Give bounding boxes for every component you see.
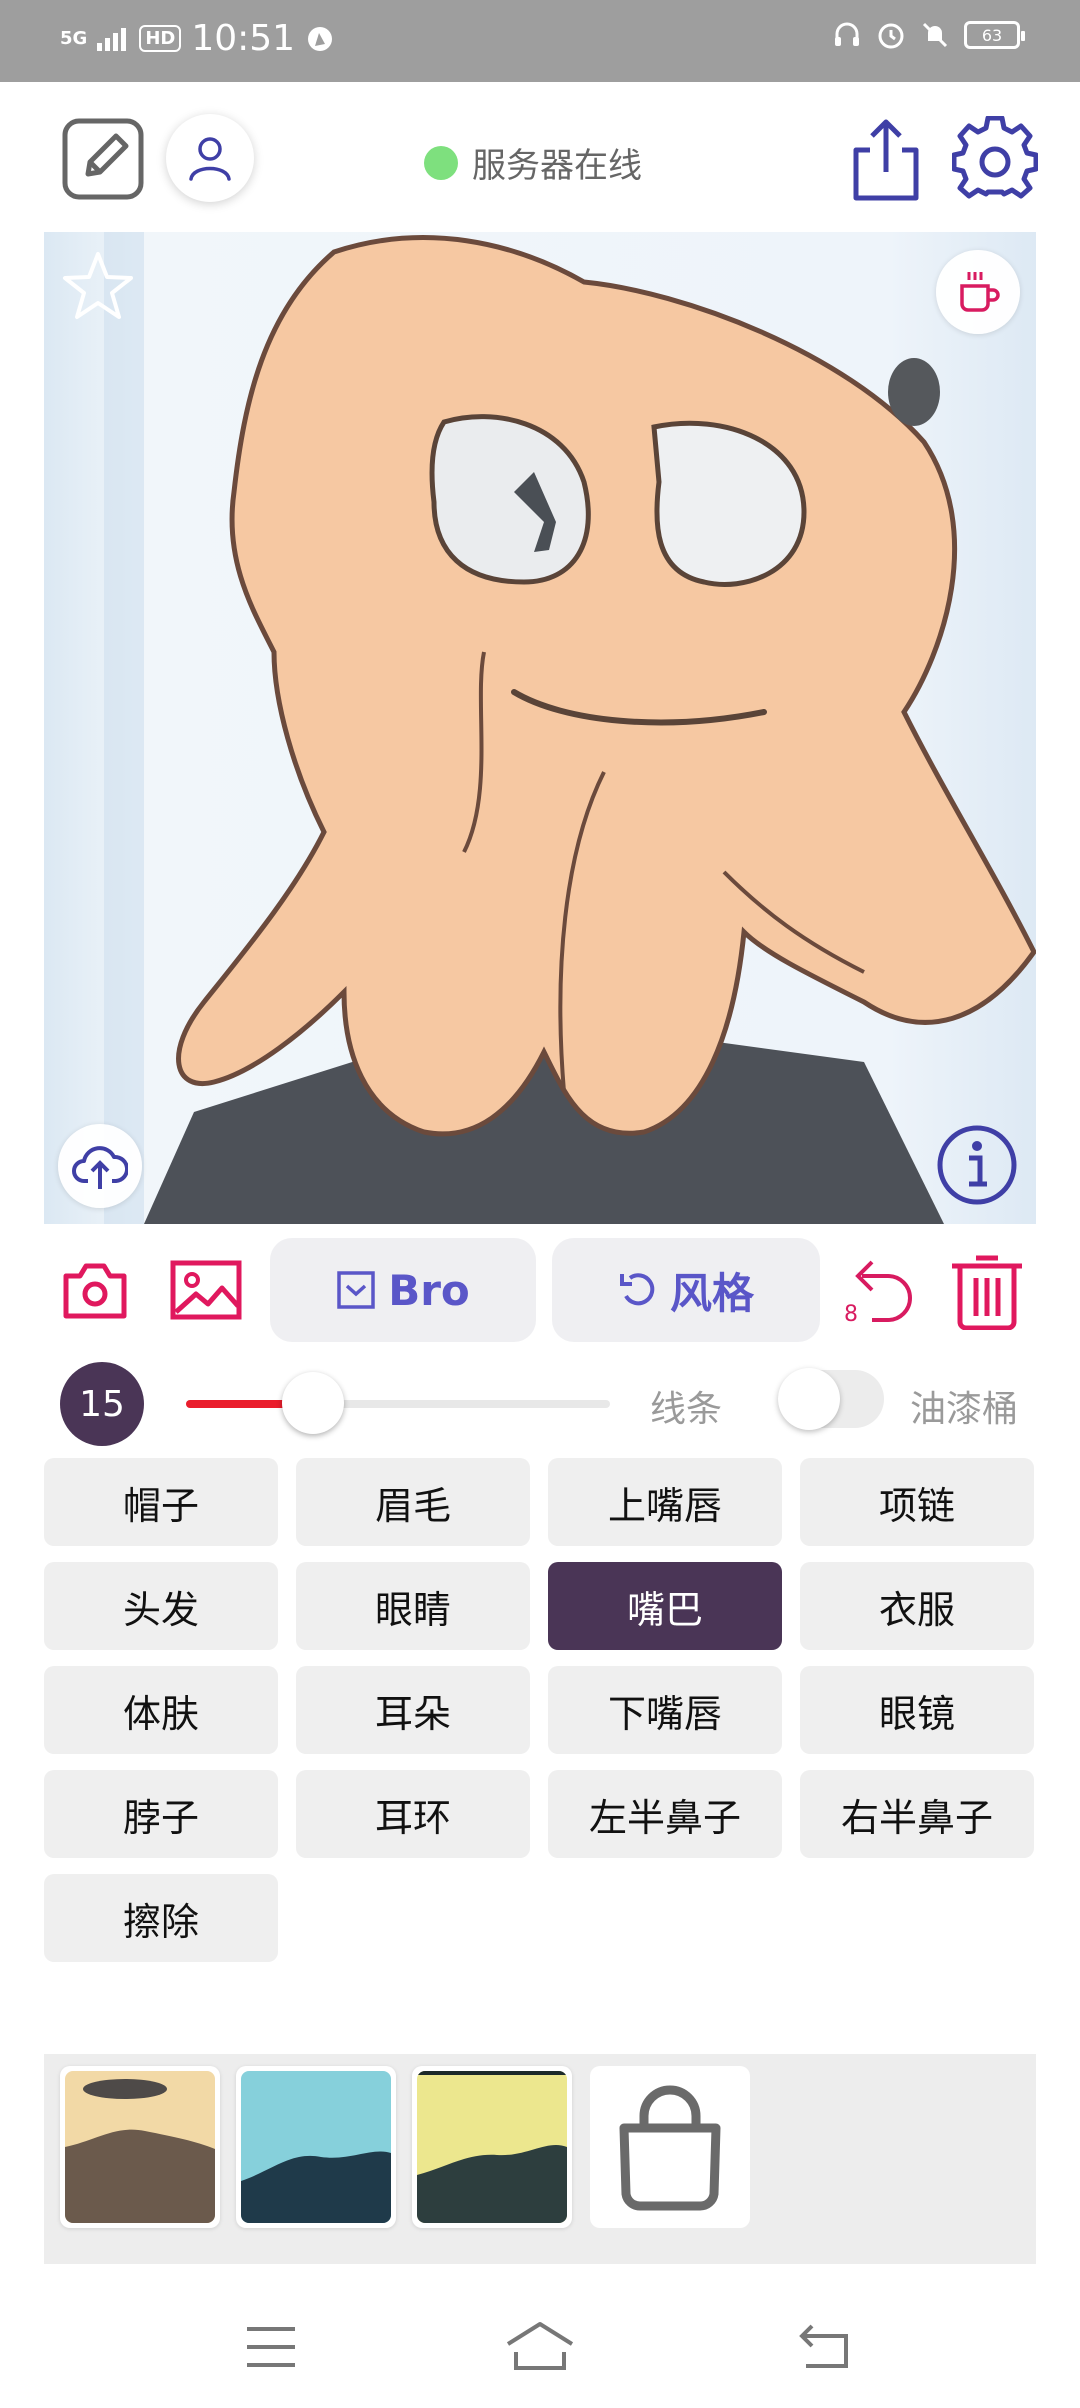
part-chip[interactable]: 头发: [44, 1562, 278, 1650]
alarm-icon: [878, 23, 904, 49]
battery-level: 63: [981, 25, 1003, 45]
part-chip[interactable]: 上嘴唇: [548, 1458, 782, 1546]
part-chip[interactable]: 项链: [800, 1458, 1034, 1546]
parts-grid: 帽子 眉毛 上嘴唇 项链头发 眼睛 嘴巴 衣服体肤 耳朵 下嘴唇 眼镜脖子 耳环 左半鼻子 右半鼻子擦除: [44, 1458, 1036, 1962]
share-icon: [853, 119, 919, 201]
preset-thumbnail: [241, 2071, 391, 2223]
camera-button[interactable]: [62, 1260, 128, 1320]
part-chip[interactable]: 眼睛: [296, 1562, 530, 1650]
user-icon: [189, 137, 231, 181]
share-button[interactable]: [848, 116, 924, 204]
brush-controls: 15 线条 油漆桶: [44, 1358, 1036, 1448]
style-presets: [44, 2054, 1036, 2264]
pencil-square-icon: [62, 118, 144, 200]
battery-indicator: 63: [964, 21, 1025, 49]
style-preset-3[interactable]: [412, 2066, 572, 2228]
settings-button[interactable]: [952, 116, 1038, 202]
brush-size-slider[interactable]: [186, 1372, 610, 1434]
style-label: 风格: [669, 1268, 754, 1318]
generated-portrait: [44, 232, 1036, 1224]
part-chip[interactable]: 耳环: [296, 1770, 530, 1858]
part-chip[interactable]: 衣服: [800, 1562, 1034, 1650]
image-icon: [170, 1260, 242, 1320]
home-icon: [506, 2322, 574, 2370]
brush-size-value: 15: [79, 1383, 125, 1425]
gear-icon: [952, 116, 1038, 199]
network-indicator: 5G: [60, 27, 88, 49]
part-chip[interactable]: 眼镜: [800, 1666, 1034, 1754]
signal-icon: [97, 27, 127, 51]
part-chip[interactable]: 眉毛: [296, 1458, 530, 1546]
preset-thumbnail: [417, 2071, 567, 2223]
bucket-label: 油漆桶: [910, 1389, 1019, 1430]
edit-button[interactable]: [60, 116, 146, 202]
part-chip[interactable]: 擦除: [44, 1874, 278, 1962]
store-tile: [595, 2071, 745, 2223]
info-icon: [937, 1125, 1017, 1205]
clock: 10:51: [191, 18, 296, 59]
part-chip[interactable]: 耳朵: [296, 1666, 530, 1754]
browser-icon: [308, 26, 333, 51]
undo-count: 8: [844, 1302, 858, 1327]
status-bar: 5G HD 10:51 63: [0, 0, 1080, 82]
trash-icon: [952, 1255, 1022, 1330]
upload-button[interactable]: [58, 1124, 142, 1208]
cloud-upload-icon: [72, 1146, 128, 1189]
bro-label: Bro: [388, 1265, 470, 1315]
coffee-cup-icon: [960, 272, 1000, 312]
status-dot: [424, 145, 458, 180]
account-button[interactable]: [166, 114, 254, 202]
mute-icon: [922, 22, 948, 48]
gallery-button[interactable]: [170, 1260, 242, 1320]
store-button[interactable]: [590, 2066, 750, 2228]
style-preset-1[interactable]: [60, 2066, 220, 2228]
undo-button[interactable]: 8: [842, 1254, 918, 1330]
part-chip[interactable]: 下嘴唇: [548, 1666, 782, 1754]
camera-icon: [63, 1263, 127, 1319]
toggle-knob: [778, 1368, 840, 1430]
favorite-button[interactable]: [62, 250, 134, 326]
part-chip[interactable]: 体肤: [44, 1666, 278, 1754]
server-status-text: 服务器在线: [472, 146, 642, 186]
undo-arrow-icon: [619, 1273, 655, 1306]
coffee-button[interactable]: [936, 250, 1020, 334]
back-icon: [799, 2324, 848, 2368]
hd-badge: HD: [139, 25, 182, 52]
shopping-bag-icon: [619, 2085, 721, 2211]
back-button[interactable]: [796, 2322, 852, 2370]
tool-row: Bro 风格 8: [44, 1238, 1036, 1348]
checkbox-icon: [337, 1271, 375, 1309]
part-chip[interactable]: 帽子: [44, 1458, 278, 1546]
menu-icon: [247, 2327, 295, 2367]
top-bar: 服务器在线: [0, 82, 1080, 232]
server-status: 服务器在线: [424, 138, 642, 187]
home-button[interactable]: [504, 2320, 576, 2372]
headphones-icon: [835, 22, 859, 46]
star-icon: [63, 252, 133, 319]
delete-button[interactable]: [948, 1250, 1026, 1330]
line-label: 线条: [650, 1389, 723, 1430]
system-nav-bar: [0, 2290, 1080, 2408]
style-preset-2[interactable]: [236, 2066, 396, 2228]
slider-thumb[interactable]: [282, 1372, 345, 1434]
drawing-canvas[interactable]: [44, 232, 1036, 1224]
part-chip[interactable]: 嘴巴: [548, 1562, 782, 1650]
style-button[interactable]: 风格: [552, 1238, 820, 1342]
info-button[interactable]: [936, 1124, 1018, 1210]
brush-size-badge: 15: [60, 1362, 144, 1446]
fill-toggle[interactable]: [778, 1368, 884, 1430]
bro-button[interactable]: Bro: [270, 1238, 536, 1342]
preset-thumbnail: [65, 2071, 215, 2223]
part-chip[interactable]: 脖子: [44, 1770, 278, 1858]
recent-apps-button[interactable]: [244, 2324, 298, 2370]
part-chip[interactable]: 左半鼻子: [548, 1770, 782, 1858]
part-chip[interactable]: 右半鼻子: [800, 1770, 1034, 1858]
